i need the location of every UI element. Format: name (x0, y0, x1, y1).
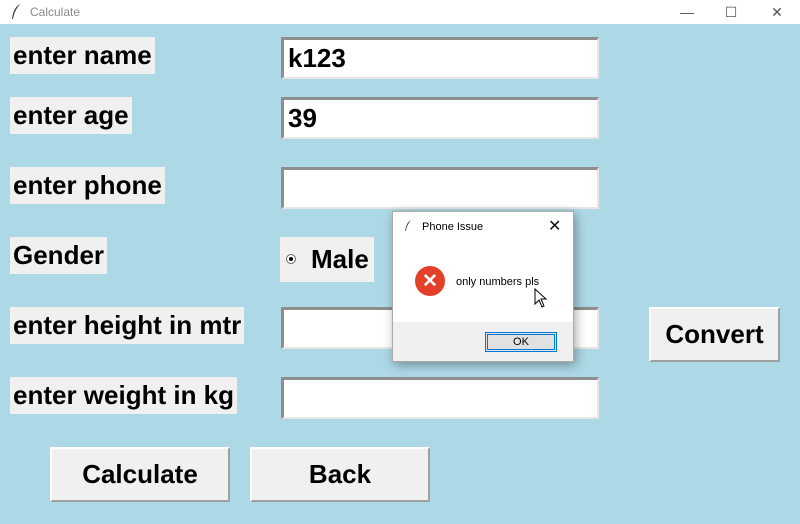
feather-icon (12, 4, 20, 19)
phone-label: enter phone (10, 167, 165, 204)
back-button[interactable]: Back (250, 447, 430, 502)
close-button[interactable]: ✕ (754, 0, 800, 24)
error-icon: ✕ (415, 266, 445, 296)
minimize-button[interactable]: — (664, 0, 710, 24)
height-label: enter height in mtr (10, 307, 245, 344)
dialog-footer: OK (393, 322, 573, 361)
weight-label: enter weight in kg (10, 377, 238, 414)
window-title: Calculate (30, 5, 81, 19)
feather-icon (405, 220, 411, 231)
calculate-button[interactable]: Calculate (50, 447, 230, 502)
dialog-close-icon[interactable]: ✕ (548, 216, 561, 236)
mouse-cursor-icon (534, 288, 548, 308)
name-input[interactable]: k123 (281, 37, 599, 79)
gender-radio-male[interactable]: Male (280, 237, 374, 282)
convert-button[interactable]: Convert (649, 307, 780, 362)
phone-issue-dialog: Phone Issue ✕ ✕ only numbers pls OK (392, 211, 574, 362)
dialog-message: only numbers pls (456, 276, 540, 288)
age-input[interactable]: 39 (281, 97, 599, 139)
weight-input[interactable] (281, 377, 599, 419)
maximize-button[interactable]: ☐ (708, 0, 754, 24)
radio-selected-icon[interactable] (286, 254, 296, 264)
age-label: enter age (10, 97, 132, 134)
title-bar: Calculate — ☐ ✕ (0, 0, 800, 24)
name-label: enter name (10, 37, 155, 74)
phone-input[interactable] (281, 167, 599, 209)
gender-option-label: Male (311, 244, 369, 274)
ok-button[interactable]: OK (485, 332, 557, 352)
dialog-title: Phone Issue (422, 221, 484, 233)
gender-label: Gender (10, 237, 108, 274)
